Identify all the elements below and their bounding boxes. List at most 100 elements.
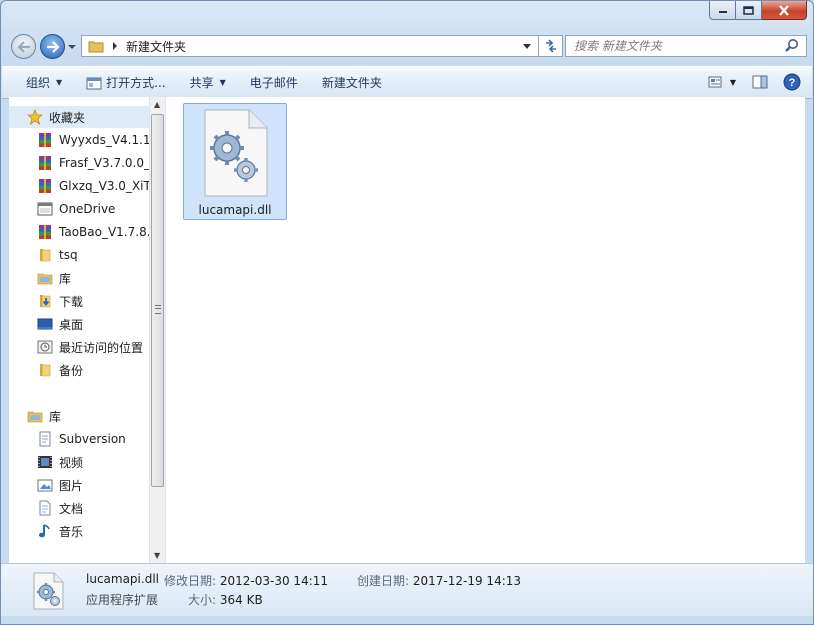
- rar-archive-icon: [39, 133, 51, 147]
- sidebar-item-backup[interactable]: 备份: [37, 359, 83, 381]
- sidebar-item-documents[interactable]: 文档: [37, 497, 83, 519]
- sidebar-item-label: Frasf_V3.7.0.0_X: [59, 156, 149, 170]
- help-button[interactable]: ?: [780, 70, 804, 94]
- sidebar-item-label: Subversion: [59, 432, 126, 446]
- caption-buttons: [709, 1, 807, 22]
- sidebar-item-onedrive[interactable]: OneDrive: [37, 198, 115, 220]
- chevron-down-icon: [68, 45, 76, 49]
- view-icon: [708, 76, 722, 88]
- recent-places-icon: [37, 340, 53, 354]
- libraries-label: 库: [49, 409, 62, 424]
- library-icon: [37, 273, 53, 285]
- forward-button[interactable]: [40, 34, 65, 59]
- sidebar-item-label: 图片: [59, 478, 84, 493]
- back-button[interactable]: [11, 34, 36, 59]
- breadcrumb-separator-icon: [113, 42, 117, 50]
- open-with-label: 打开方式...: [106, 76, 166, 90]
- pictures-icon: [37, 479, 53, 492]
- rar-archive-icon: [39, 179, 51, 193]
- new-folder-label: 新建文件夹: [321, 76, 382, 90]
- sidebar-item-tsq[interactable]: tsq: [37, 244, 78, 266]
- chevron-down-icon: ▼: [729, 77, 737, 87]
- new-folder-button[interactable]: 新建文件夹: [310, 71, 394, 95]
- sidebar-item-downloads[interactable]: 下载: [37, 290, 83, 312]
- preview-pane-icon: [752, 75, 768, 89]
- details-modified: 修改日期: 2012-03-30 14:11: [164, 572, 328, 589]
- sidebar-item-library[interactable]: 库: [37, 267, 71, 289]
- refresh-button[interactable]: [539, 35, 563, 57]
- created-value: 2017-12-19 14:13: [412, 574, 522, 588]
- scroll-down-icon[interactable]: ▼: [154, 551, 160, 560]
- sidebar-item-taobao[interactable]: TaoBao_V1.7.8.: [37, 221, 149, 243]
- sidebar-item-label: TaoBao_V1.7.8.: [59, 225, 149, 239]
- share-button[interactable]: 共享 ▼: [178, 71, 238, 95]
- minimize-icon: [718, 11, 727, 13]
- rar-archive-icon: [39, 225, 51, 239]
- organize-label: 组织: [26, 76, 51, 90]
- email-button[interactable]: 电子邮件: [238, 71, 310, 95]
- favorites-label: 收藏夹: [49, 110, 86, 125]
- file-item[interactable]: lucamapi.dll: [183, 103, 287, 220]
- command-bar: 组织 ▼ 打开方式... 共享 ▼ 电子邮件 新建文件夹 ▼ ?: [2, 66, 812, 99]
- sidebar-item-label: tsq: [59, 248, 78, 262]
- address-history-dropdown-icon[interactable]: [522, 43, 532, 51]
- maximize-button[interactable]: [736, 1, 762, 20]
- svg-text:?: ?: [789, 77, 796, 89]
- search-input[interactable]: [572, 38, 784, 54]
- minimize-button[interactable]: [709, 1, 736, 20]
- sidebar-item-label: Wyyxds_V4.1.1.: [59, 133, 149, 147]
- breadcrumb-current-folder[interactable]: 新建文件夹: [126, 38, 186, 55]
- sidebar-item-videos[interactable]: 视频: [37, 451, 83, 473]
- library-icon: [27, 411, 43, 423]
- window-icon: [37, 202, 53, 216]
- sidebar-item-pictures[interactable]: 图片: [37, 474, 83, 496]
- sidebar-item-wyyxds[interactable]: Wyyxds_V4.1.1.: [37, 129, 149, 151]
- size-label: 大小:: [188, 593, 217, 607]
- close-icon: [779, 4, 789, 16]
- favorites-header[interactable]: 收藏夹: [27, 106, 85, 128]
- sidebar-item-glxzq[interactable]: Glxzq_V3.0_XiTo: [37, 175, 149, 197]
- libraries-header[interactable]: 库: [27, 405, 61, 427]
- desktop-icon: [37, 318, 53, 330]
- video-icon: [38, 456, 52, 468]
- sidebar-item-music[interactable]: 音乐: [37, 520, 83, 542]
- sidebar-item-label: 音乐: [59, 524, 84, 539]
- scrollbar-thumb[interactable]: [151, 114, 164, 487]
- sidebar-item-frasf[interactable]: Frasf_V3.7.0.0_X: [37, 152, 149, 174]
- details-size: 大小: 364 KB: [188, 591, 263, 608]
- navigation-pane: 收藏夹 Wyyxds_V4.1.1. Frasf_V3.7.0.0_X Glxz…: [9, 97, 149, 563]
- sidebar-item-label: OneDrive: [59, 202, 116, 216]
- download-folder-icon: [40, 295, 51, 308]
- search-icon[interactable]: [784, 38, 800, 54]
- chevron-down-icon: ▼: [56, 78, 63, 87]
- view-controls: ▼ ?: [704, 70, 804, 94]
- maximize-icon: [743, 5, 754, 15]
- preview-pane-button[interactable]: [748, 70, 772, 94]
- organize-button[interactable]: 组织 ▼: [14, 71, 74, 95]
- sidebar-item-recent-places[interactable]: 最近访问的位置: [37, 336, 143, 358]
- size-value: 364 KB: [219, 593, 263, 607]
- music-icon: [39, 524, 50, 538]
- grip-icon: [155, 305, 161, 314]
- recent-pages-dropdown[interactable]: [67, 41, 77, 51]
- sidebar-item-label: 视频: [59, 455, 84, 470]
- dll-file-icon: [33, 572, 64, 610]
- search-box: [565, 35, 807, 57]
- created-label: 创建日期:: [357, 574, 410, 588]
- document-library-icon: [39, 431, 51, 447]
- open-with-button[interactable]: 打开方式...: [74, 71, 177, 95]
- folder-icon: [40, 249, 51, 262]
- navigation-scrollbar[interactable]: ▲ ▼: [149, 97, 165, 563]
- modified-label: 修改日期:: [164, 574, 217, 588]
- file-name: lucamapi.dll: [198, 203, 272, 217]
- change-view-button[interactable]: ▼: [704, 70, 740, 94]
- details-file-name: lucamapi.dll: [86, 572, 159, 586]
- sidebar-item-subversion[interactable]: Subversion: [37, 428, 126, 450]
- sidebar-item-label: Glxzq_V3.0_XiTo: [59, 179, 149, 193]
- scroll-up-icon[interactable]: ▲: [154, 100, 160, 109]
- sidebar-item-desktop[interactable]: 桌面: [37, 313, 83, 335]
- navigation-bar: 新建文件夹: [9, 33, 807, 61]
- address-bar[interactable]: 新建文件夹: [81, 35, 539, 57]
- close-button[interactable]: [762, 1, 807, 20]
- folder-icon: [40, 364, 51, 377]
